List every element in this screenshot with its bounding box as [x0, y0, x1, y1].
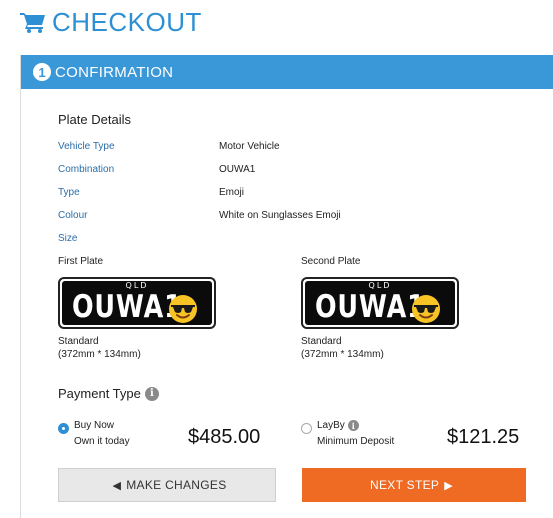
detail-value: Motor Vehicle — [219, 141, 280, 152]
panel-title: CONFIRMATION — [55, 63, 174, 81]
detail-value: White on Sunglasses Emoji — [219, 210, 341, 221]
detail-row-combination: Combination OUWA1 — [58, 164, 538, 180]
option-name-wrap: LayBy i — [317, 420, 359, 431]
plate-combination: OUWA1 — [315, 289, 426, 325]
sunglasses-emoji-icon — [412, 295, 440, 323]
detail-row-size: Size — [58, 233, 538, 249]
option-subtitle: Minimum Deposit — [317, 436, 395, 447]
page-header: CHECKOUT — [20, 6, 202, 38]
payment-option-layby[interactable]: LayBy i Minimum Deposit $121.25 — [301, 420, 531, 454]
plate-preview: QLD OUWA1 — [301, 277, 459, 329]
detail-value: OUWA1 — [219, 164, 256, 175]
plate-size: Standard (372mm * 134mm) — [58, 335, 228, 361]
plate-size-dims: (372mm * 134mm) — [301, 349, 384, 360]
plate-size-dims: (372mm * 134mm) — [58, 349, 141, 360]
info-icon[interactable]: i — [347, 420, 359, 431]
plate-details-title: Plate Details — [58, 112, 131, 127]
first-plate: First Plate QLD OUWA1 Standard (372mm * … — [58, 256, 228, 361]
plate-size-name: Standard — [58, 336, 99, 347]
plate-preview: QLD OUWA1 — [58, 277, 216, 329]
payment-option-buy-now[interactable]: Buy Now Own it today $485.00 — [58, 420, 278, 454]
page-title: CHECKOUT — [52, 7, 202, 37]
detail-row-colour: Colour White on Sunglasses Emoji — [58, 210, 538, 226]
make-changes-label: MAKE CHANGES — [126, 478, 227, 492]
detail-label: Colour — [58, 210, 88, 221]
next-step-button[interactable]: NEXT STEP ▶ — [302, 468, 526, 502]
plate-size: Standard (372mm * 134mm) — [301, 335, 471, 361]
step-number-badge: 1 — [33, 63, 51, 81]
payment-type-label: Payment Type — [58, 386, 141, 401]
option-price: $121.25 — [447, 426, 520, 448]
plate-size-name: Standard — [301, 336, 342, 347]
arrow-right-icon: ▶ — [444, 479, 453, 492]
option-price: $485.00 — [188, 426, 261, 448]
radio-layby[interactable] — [301, 423, 312, 434]
plate-combination: OUWA1 — [72, 289, 183, 325]
detail-row-type: Type Emoji — [58, 187, 538, 203]
arrow-left-icon: ◀ — [112, 479, 122, 492]
next-step-label: NEXT STEP — [370, 478, 440, 492]
detail-label: Combination — [58, 164, 115, 175]
detail-value: Emoji — [219, 187, 245, 198]
make-changes-button[interactable]: ◀ MAKE CHANGES — [58, 468, 276, 502]
info-icon[interactable]: i — [144, 386, 159, 401]
detail-label: Type — [58, 187, 80, 198]
panel-header: 1 CONFIRMATION — [21, 55, 553, 89]
detail-label: Size — [58, 233, 78, 244]
plate-title: Second Plate — [301, 256, 361, 267]
payment-type-title: Payment Type i — [58, 386, 159, 401]
sunglasses-emoji-icon — [169, 295, 197, 323]
detail-label: Vehicle Type — [58, 141, 115, 152]
confirmation-panel: 1 CONFIRMATION Plate Details Vehicle Typ… — [20, 55, 553, 518]
option-name: Buy Now — [74, 420, 115, 431]
shopping-cart-icon — [20, 13, 45, 33]
plate-title: First Plate — [58, 256, 104, 267]
second-plate: Second Plate QLD OUWA1 Standard (372mm *… — [301, 256, 471, 361]
option-name: LayBy — [317, 420, 345, 431]
option-subtitle: Own it today — [74, 436, 130, 447]
radio-buy-now[interactable] — [58, 423, 69, 434]
detail-row-vehicle-type: Vehicle Type Motor Vehicle — [58, 141, 538, 157]
